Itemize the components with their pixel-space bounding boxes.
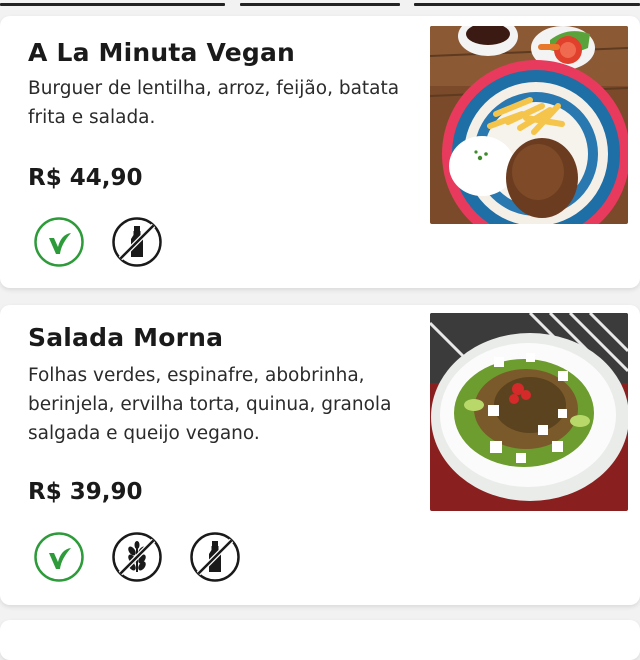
description-line: salgada e queijo vegano. — [28, 423, 260, 444]
menu-item-card[interactable] — [0, 620, 640, 660]
tab-indicator[interactable] — [414, 3, 640, 6]
description-line: berinjela, ervilha torta, quinua, granol… — [28, 394, 392, 415]
no-gluten-icon — [112, 532, 162, 582]
dietary-badges — [33, 531, 241, 583]
menu-item-title: Salada Morna — [28, 323, 224, 352]
dish-photo[interactable] — [430, 313, 628, 511]
vegan-leaf-icon — [34, 217, 84, 267]
tab-indicator[interactable] — [0, 3, 225, 6]
dish-photo[interactable] — [430, 26, 628, 224]
vegan-leaf-icon — [34, 532, 84, 582]
tab-indicator[interactable] — [240, 3, 400, 6]
description-line: Burguer de lentilha, arroz, feijão, bata… — [28, 78, 400, 99]
dietary-badges — [33, 216, 163, 268]
menu-item-price: R$ 44,90 — [28, 165, 143, 191]
menu-item-price: R$ 39,90 — [28, 479, 143, 505]
description-line: frita e salada. — [28, 107, 156, 128]
no-milk-icon — [112, 217, 162, 267]
menu-item-card[interactable]: Salada Morna Folhas verdes, espinafre, a… — [0, 305, 640, 605]
no-milk-icon — [190, 532, 240, 582]
menu-item-description: Folhas verdes, espinafre, abobrinha, ber… — [28, 361, 403, 448]
menu-item-card[interactable]: A La Minuta Vegan Burguer de lentilha, a… — [0, 16, 640, 288]
description-line: Folhas verdes, espinafre, abobrinha, — [28, 365, 365, 386]
top-tab-indicators — [0, 0, 640, 10]
menu-item-description: Burguer de lentilha, arroz, feijão, bata… — [28, 74, 403, 132]
menu-item-title: A La Minuta Vegan — [28, 38, 296, 67]
